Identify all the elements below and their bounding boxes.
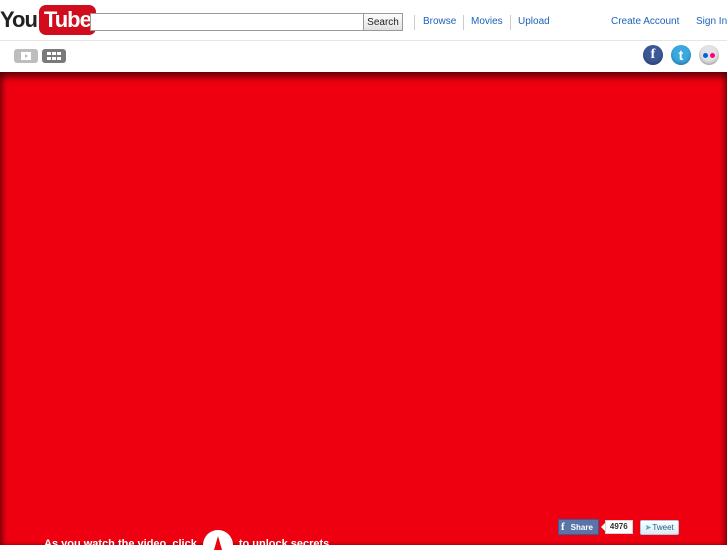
search-button[interactable]: Search [363, 13, 403, 31]
header: You Tube Search Browse Movies Upload Cre… [0, 0, 727, 40]
logo-tube-text: Tube [38, 5, 96, 35]
grid-view-icon [47, 47, 61, 65]
nav-separator [414, 15, 415, 30]
facebook-f-icon: f [561, 521, 565, 533]
facebook-share-label: Share [570, 522, 593, 532]
nav-browse-link[interactable]: Browse [423, 16, 456, 27]
logo-you-text: You [0, 7, 38, 32]
youtube-logo[interactable]: You Tube [0, 5, 96, 35]
grid-view-button[interactable] [42, 49, 66, 63]
flickr-icon[interactable] [699, 45, 719, 65]
twitter-bird-icon: ➤ [644, 522, 652, 532]
share-count: 4976 [604, 520, 633, 534]
facebook-icon[interactable]: f [643, 45, 663, 65]
toolbar: f t [0, 41, 727, 71]
nav-upload-link[interactable]: Upload [518, 16, 550, 27]
player-view-button[interactable] [14, 49, 38, 63]
twitter-icon[interactable]: t [671, 45, 691, 65]
video-stage[interactable] [0, 72, 727, 545]
player-view-icon [21, 47, 31, 65]
search-input[interactable] [90, 13, 366, 31]
create-account-link[interactable]: Create Account [611, 16, 679, 27]
caption-text-after: to unlock secrets [238, 538, 330, 550]
caption-text-before: As you watch the video, click [44, 538, 197, 550]
unlock-secret-icon[interactable] [202, 530, 233, 560]
facebook-share-button[interactable]: f Share [558, 519, 599, 535]
nav-separator [510, 15, 511, 30]
nav-separator [463, 15, 464, 30]
share-bar: f Share 4976 ➤ Tweet [558, 519, 679, 535]
nav-movies-link[interactable]: Movies [471, 16, 503, 27]
tweet-label: Tweet [652, 522, 674, 532]
video-caption: As you watch the video, click to unlock … [44, 530, 330, 560]
sign-in-link[interactable]: Sign In [696, 16, 727, 27]
tweet-button[interactable]: ➤ Tweet [639, 519, 679, 535]
